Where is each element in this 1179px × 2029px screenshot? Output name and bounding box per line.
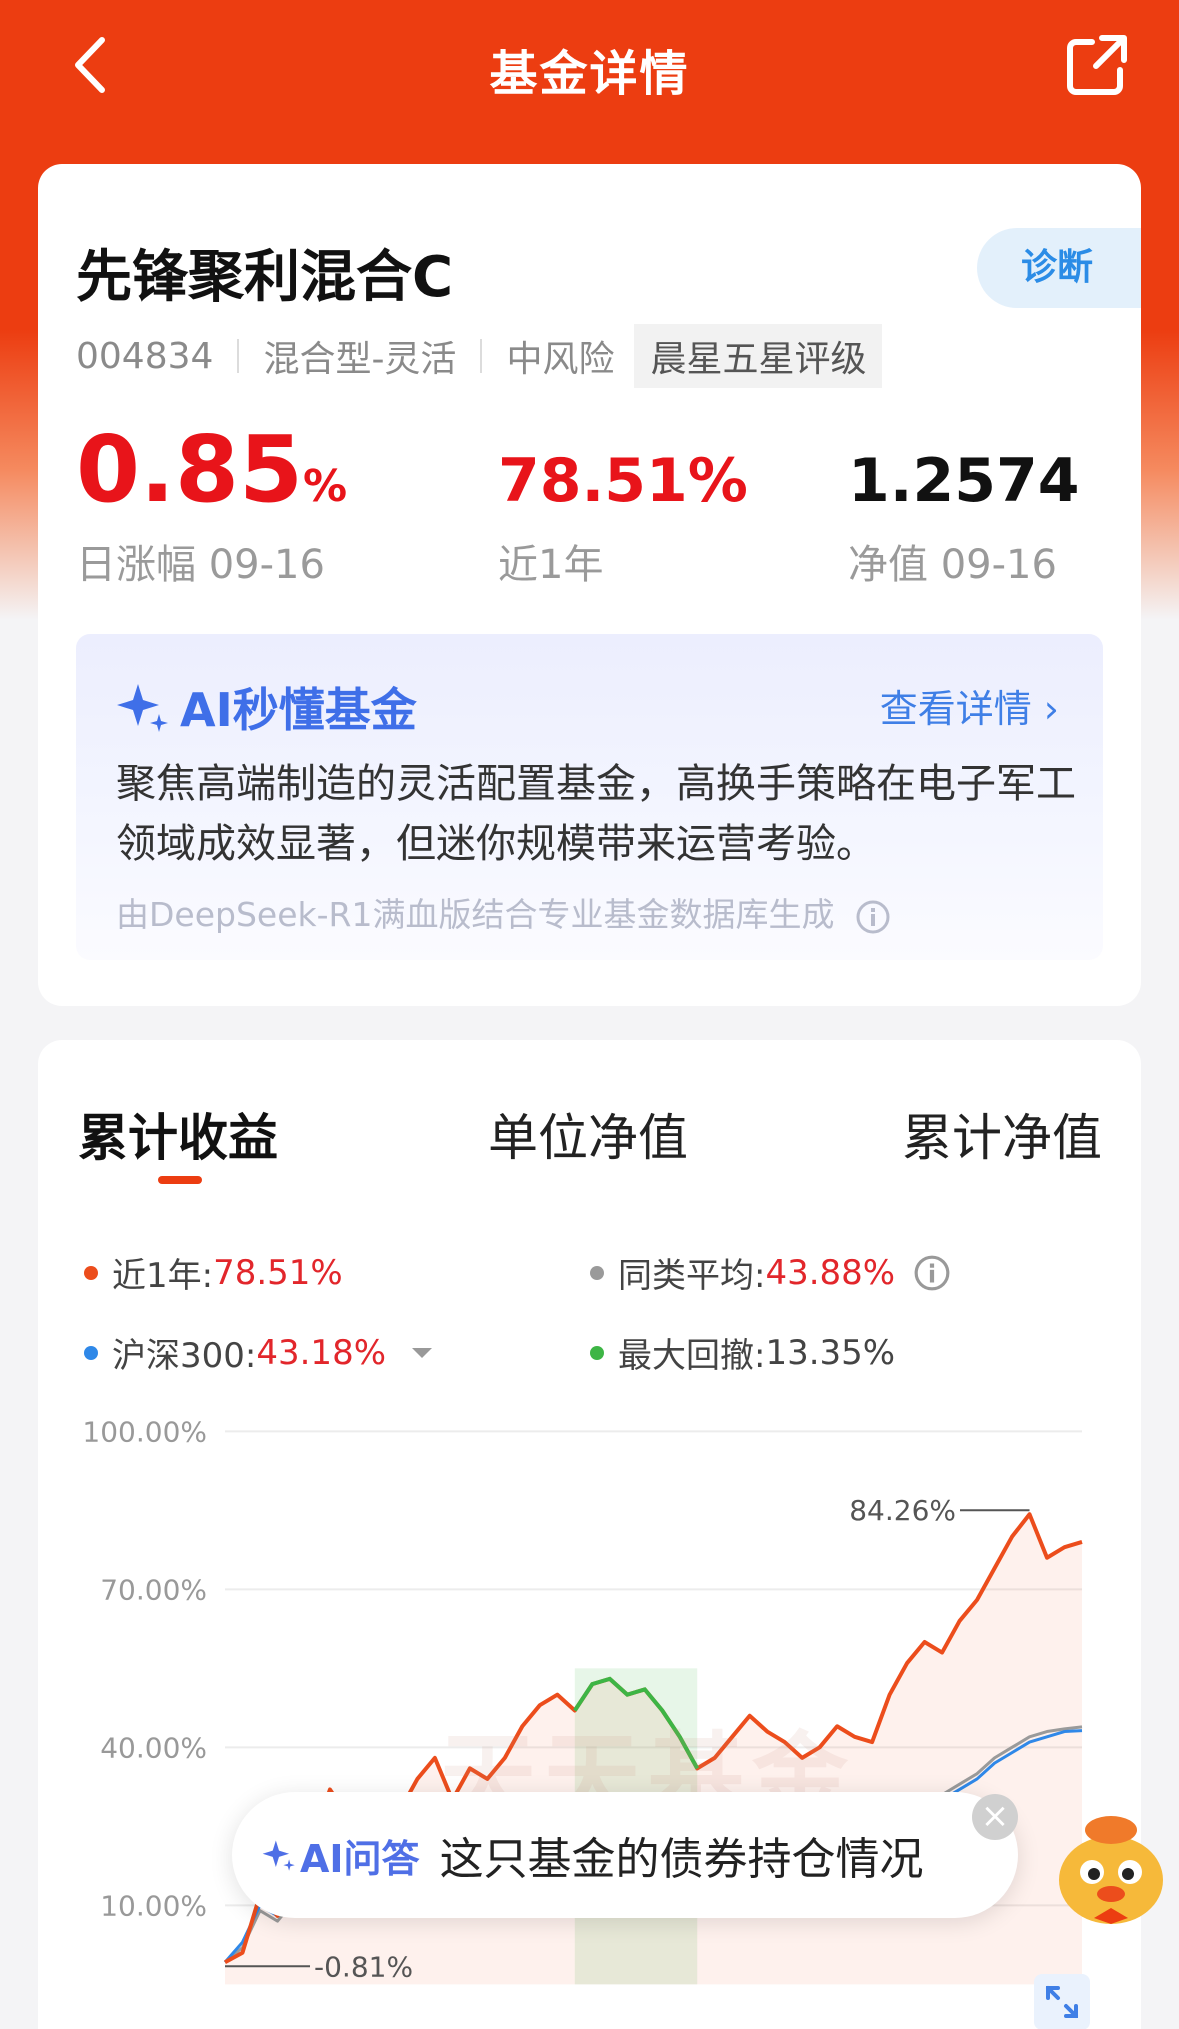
y-tick-label: 10.00% — [100, 1889, 207, 1922]
close-icon[interactable]: × — [972, 1794, 1018, 1840]
max-annotation: 84.26% — [849, 1494, 956, 1527]
y-tick-label: 70.00% — [100, 1573, 207, 1606]
expand-chart-button[interactable] — [1034, 1974, 1090, 2029]
expand-icon — [1046, 1986, 1078, 2018]
ai-question-label: AI问答 — [300, 1836, 420, 1881]
y-tick-label: 40.00% — [100, 1731, 207, 1764]
ai-question-text: 这只基金的债券持仓情况 — [439, 1834, 924, 1885]
y-tick-label: 100.00% — [82, 1415, 207, 1448]
ai-question-bubble[interactable]: AI问答 这只基金的债券持仓情况 — [232, 1792, 1018, 1918]
sparkle-icon — [262, 1840, 295, 1871]
mascot-chick-icon[interactable] — [1046, 1800, 1176, 1930]
min-annotation: -0.81% — [314, 1950, 413, 1983]
